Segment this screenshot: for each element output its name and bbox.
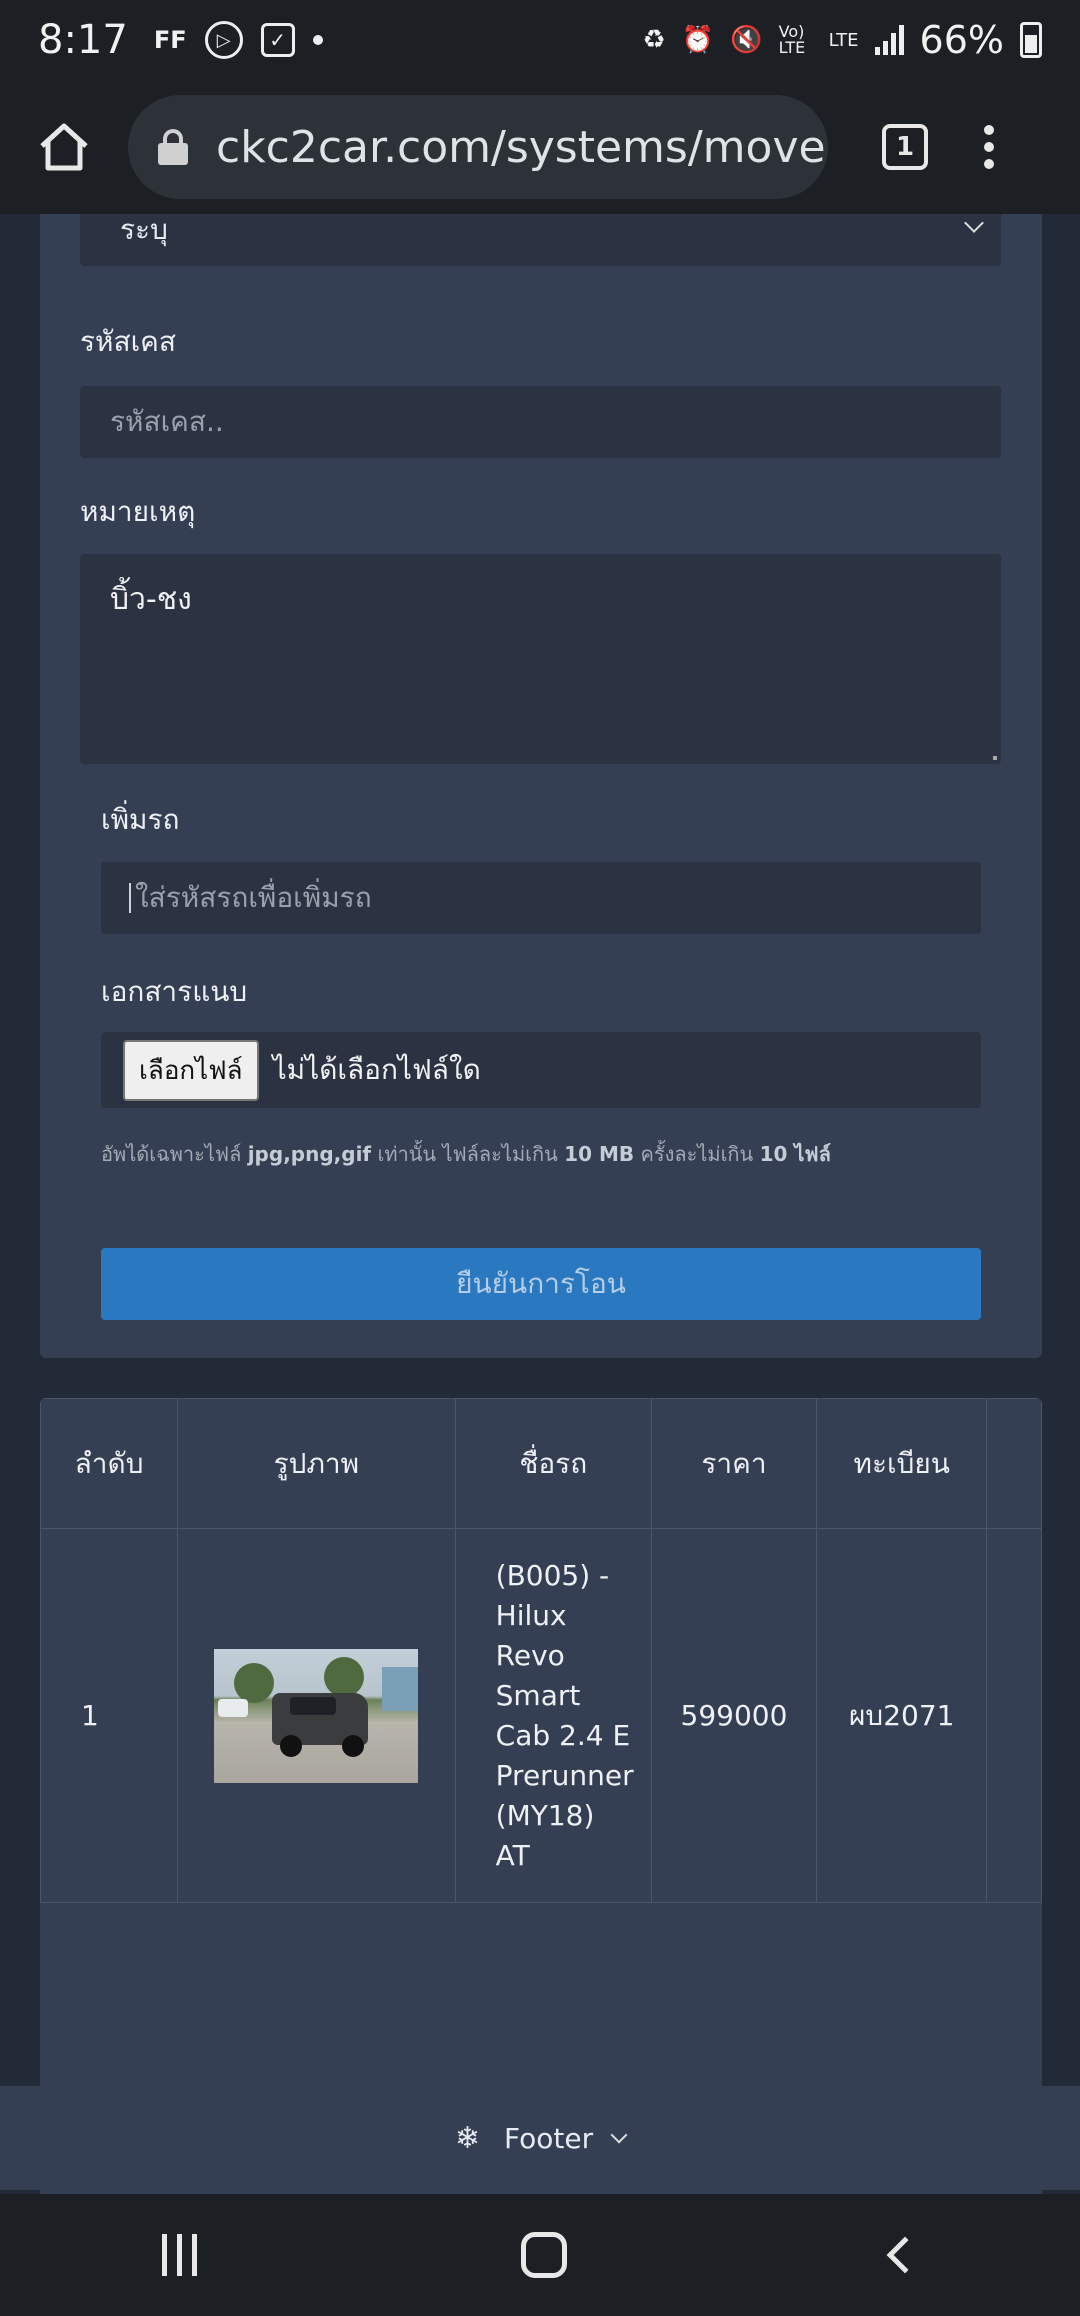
status-right-icons: ♻ ⏰ 🔇 Vo) LTE LTE 66%: [643, 18, 1042, 62]
car-name-line: Prerunner: [495, 1758, 634, 1792]
car-name-line: Smart: [495, 1678, 581, 1712]
hint-middle: เท่านั้น ไฟล์ละไม่เกิน: [377, 1142, 558, 1166]
hint-count: 10 ไฟล์: [759, 1142, 831, 1166]
hint-prefix: อัพได้เฉพาะไฟล์: [101, 1142, 242, 1166]
row-overflow-cell: [986, 1528, 1042, 1903]
header-overflow: [986, 1398, 1042, 1529]
upload-hint: อัพได้เฉพาะไฟล์ jpg,png,gif เท่านั้น ไฟล…: [101, 1138, 831, 1170]
add-car-placeholder: ใส่รหัสรถเพื่อเพิ่มรถ: [135, 881, 372, 914]
row-index: 1: [40, 1528, 179, 1903]
browser-menu-button[interactable]: [984, 125, 994, 169]
car-name-line: (MY18): [495, 1798, 595, 1832]
case-input[interactable]: รหัสเคส..: [80, 386, 1001, 458]
battery-saver-icon: ♻: [642, 25, 666, 55]
play-icon: ▷: [204, 21, 243, 59]
status-left-icons: FF ▷ ✓: [154, 21, 323, 59]
file-input: เลือกไฟล์ ไม่ได้เลือกไฟล์ใด: [101, 1032, 981, 1108]
status-time: 8:17: [38, 17, 128, 63]
table-header-row: ลำดับ รูปภาพ ชื่อรถ ราคา ทะเบียน: [40, 1398, 1042, 1529]
header-image: รูปภาพ: [177, 1398, 456, 1529]
url-text: ckc2car.com/systems/move: [216, 121, 826, 173]
signal-icon: [874, 25, 904, 55]
header-price: ราคา: [650, 1398, 818, 1529]
table-row: 1 (B005) - Hilux Revo Smart Cab 2.4 E Pr…: [40, 1528, 1042, 1903]
footer-toggle[interactable]: ❄ Footer: [0, 2086, 1080, 2190]
car-name-line: AT: [495, 1838, 530, 1872]
add-car-input[interactable]: ใส่รหัสรถเพื่อเพิ่มรถ: [101, 862, 981, 934]
resize-handle-icon[interactable]: [993, 756, 997, 760]
confirm-transfer-button[interactable]: ยืนยันการโอน: [101, 1248, 981, 1320]
car-photo[interactable]: [214, 1648, 419, 1783]
case-placeholder: รหัสเคส..: [110, 405, 224, 438]
car-name-line: (B005) -: [495, 1558, 610, 1592]
recents-button[interactable]: [162, 2234, 198, 2276]
system-nav-bar: [0, 2194, 1080, 2316]
home-icon: [40, 123, 88, 171]
alarm-icon: ⏰: [681, 25, 715, 55]
no-file-text: ไม่ได้เลือกไฟล์ใด: [272, 1053, 481, 1086]
chevron-down-icon: [964, 214, 984, 233]
note-textarea[interactable]: บิ้ว-ชง: [80, 554, 1001, 764]
hint-types: jpg,png,gif: [247, 1142, 372, 1166]
header-registration: ทะเบียน: [816, 1398, 988, 1529]
lock-icon: [158, 129, 188, 165]
row-image-cell: [177, 1528, 456, 1903]
battery-icon: [1020, 22, 1042, 58]
row-price: 599000: [650, 1528, 818, 1903]
note-label: หมายเหตุ: [80, 495, 196, 528]
car-table-card: ลำดับ รูปภาพ ชื่อรถ ราคา ทะเบียน 1 (B005…: [40, 1398, 1042, 2194]
add-car-label: เพิ่มรถ: [101, 803, 180, 836]
car-name-line: Hilux: [495, 1598, 567, 1632]
hint-size: 10 MB: [564, 1142, 635, 1166]
car-table: ลำดับ รูปภาพ ชื่อรถ ราคา ทะเบียน 1 (B005…: [40, 1398, 1042, 1903]
transfer-form-card: ระบุ รหัสเคส รหัสเคส.. หมายเหตุ บิ้ว-ชง …: [40, 214, 1042, 1358]
browser-toolbar: ckc2car.com/systems/move 1: [0, 80, 1080, 214]
address-bar[interactable]: ckc2car.com/systems/move: [128, 95, 828, 199]
page-content: ระบุ รหัสเคส รหัสเคส.. หมายเหตุ บิ้ว-ชง …: [0, 214, 1080, 2194]
note-value: บิ้ว-ชง: [110, 582, 192, 617]
mute-icon: 🔇: [730, 25, 763, 55]
home-button[interactable]: [0, 80, 128, 214]
hint-middle2: ครั้งละไม่เกิน: [640, 1142, 754, 1166]
header-car-name: ชื่อรถ: [454, 1398, 652, 1529]
status-bar: 8:17 FF ▷ ✓ ♻ ⏰ 🔇 Vo) LTE LTE 66%: [0, 0, 1080, 80]
notification-dot-icon: [312, 35, 323, 45]
row-car-name: (B005) - Hilux Revo Smart Cab 2.4 E Prer…: [454, 1528, 652, 1903]
checkbox-icon: ✓: [260, 23, 295, 57]
car-name-line: Cab 2.4 E: [495, 1718, 631, 1752]
footer-label: Footer: [504, 2121, 594, 2155]
row-registration: ผบ2071: [816, 1528, 988, 1903]
car-name-line: Revo: [495, 1638, 565, 1672]
ff-icon: FF: [153, 26, 187, 54]
footer-icon: ❄: [454, 2120, 481, 2156]
case-label: รหัสเคส: [80, 325, 176, 358]
volte-icon: Vo) LTE: [778, 22, 806, 57]
attachment-label: เอกสารแนบ: [101, 975, 248, 1008]
lte-icon: LTE: [828, 29, 859, 51]
text-cursor: [129, 883, 131, 913]
home-nav-button[interactable]: [521, 2232, 568, 2278]
battery-percent: 66%: [919, 18, 1004, 62]
chevron-down-icon: [610, 2126, 628, 2144]
back-button[interactable]: [886, 2236, 924, 2274]
status-select[interactable]: ระบุ: [80, 214, 1001, 266]
status-select-value: ระบุ: [120, 214, 168, 246]
header-index: ลำดับ: [40, 1398, 179, 1529]
tab-switcher-button[interactable]: 1: [882, 124, 928, 170]
choose-file-button[interactable]: เลือกไฟล์: [123, 1039, 259, 1101]
